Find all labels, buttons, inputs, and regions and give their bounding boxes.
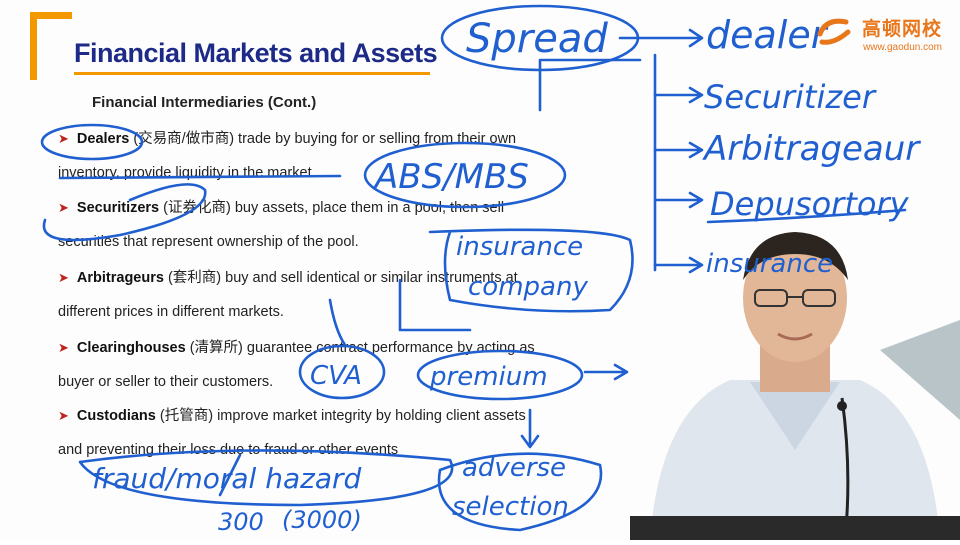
bullet-arbitrageurs: ➤ Arbitrageurs (套利商) buy and sell identic… — [58, 261, 658, 329]
bullet-arrow-icon: ➤ — [58, 270, 69, 285]
corner-bracket-decoration — [30, 12, 72, 80]
bullet-text-line2: securities that represent ownership of t… — [58, 234, 359, 250]
presenter-video — [630, 220, 960, 541]
ink-depository: Depusortory — [710, 185, 910, 223]
bullet-text-line2: buyer or seller to their customers. — [58, 374, 274, 390]
bullet-clearinghouses: ➤ Clearinghouses (清算所) guarantee contract… — [58, 331, 658, 399]
arrow-to-depository — [653, 191, 704, 209]
slide-subheading: Financial Intermediaries (Cont.) — [92, 94, 317, 111]
ink-arbitrageur: Arbitrageaur — [702, 129, 921, 169]
arrow-to-securitizer — [653, 86, 704, 104]
bullet-text: (清算所) guarantee contract performance by … — [189, 340, 535, 356]
bullet-arrow-icon: ➤ — [58, 200, 69, 215]
bullet-arrow-icon: ➤ — [58, 408, 69, 423]
ink-dealer: dealer — [706, 13, 829, 57]
ink-securitizer: Securitizer — [704, 78, 877, 116]
ink-spread: Spread — [466, 16, 608, 62]
ink-3000: (3000) — [282, 506, 362, 534]
bullet-text: (套利商) buy and sell identical or similar … — [167, 270, 518, 286]
spread-to-dealer-arrow — [618, 28, 704, 48]
bullet-term: Clearinghouses — [76, 340, 186, 356]
brand-url: www.gaodun.com — [863, 42, 942, 53]
bullet-text-line2: and preventing their loss due to fraud o… — [58, 442, 399, 458]
bullet-text: (交易商/做市商) trade by buying for or selling… — [133, 131, 517, 147]
bullet-term: Arbitrageurs — [76, 270, 164, 286]
bullet-arrow-icon: ➤ — [58, 340, 69, 355]
bullet-term: Securitizers — [76, 200, 160, 216]
bullet-dealers: ➤ Dealers (交易商/做市商) trade by buying for o… — [58, 122, 658, 190]
arrow-to-arbitrageur — [653, 141, 704, 159]
ink-selection: selection — [452, 492, 569, 522]
bullet-term: Dealers — [76, 131, 130, 147]
bullet-text-line2: inventory, provide liquidity in the mark… — [58, 165, 316, 181]
slide-title: Financial Markets and Assets — [74, 38, 438, 68]
bullet-term: Custodians — [76, 408, 156, 424]
bullet-securitizers: ➤ Securitizers (证券化商) buy assets, place t… — [58, 191, 658, 259]
bullet-arrow-icon: ➤ — [58, 131, 69, 146]
bullet-text-line2: different prices in different markets. — [58, 304, 284, 320]
ink-300: 300 — [218, 508, 264, 536]
presenter-figure-icon — [630, 232, 960, 541]
bullet-text: (证券化商) buy assets, place them in a pool,… — [163, 200, 505, 216]
brand-name: 高顿网校 — [861, 19, 942, 40]
slide: Financial Markets and Assets 高顿网校 www.ga… — [0, 0, 960, 541]
title-underline — [74, 72, 430, 75]
brand: 高顿网校 www.gaodun.com — [862, 14, 942, 53]
gaodun-logo-icon — [816, 14, 852, 50]
spread-to-abs-line — [538, 58, 642, 112]
bullet-custodians: ➤ Custodians (托管商) improve market integri… — [58, 399, 658, 467]
bullet-text: (托管商) improve market integrity by holdin… — [159, 408, 526, 424]
spread-circle — [440, 4, 640, 72]
